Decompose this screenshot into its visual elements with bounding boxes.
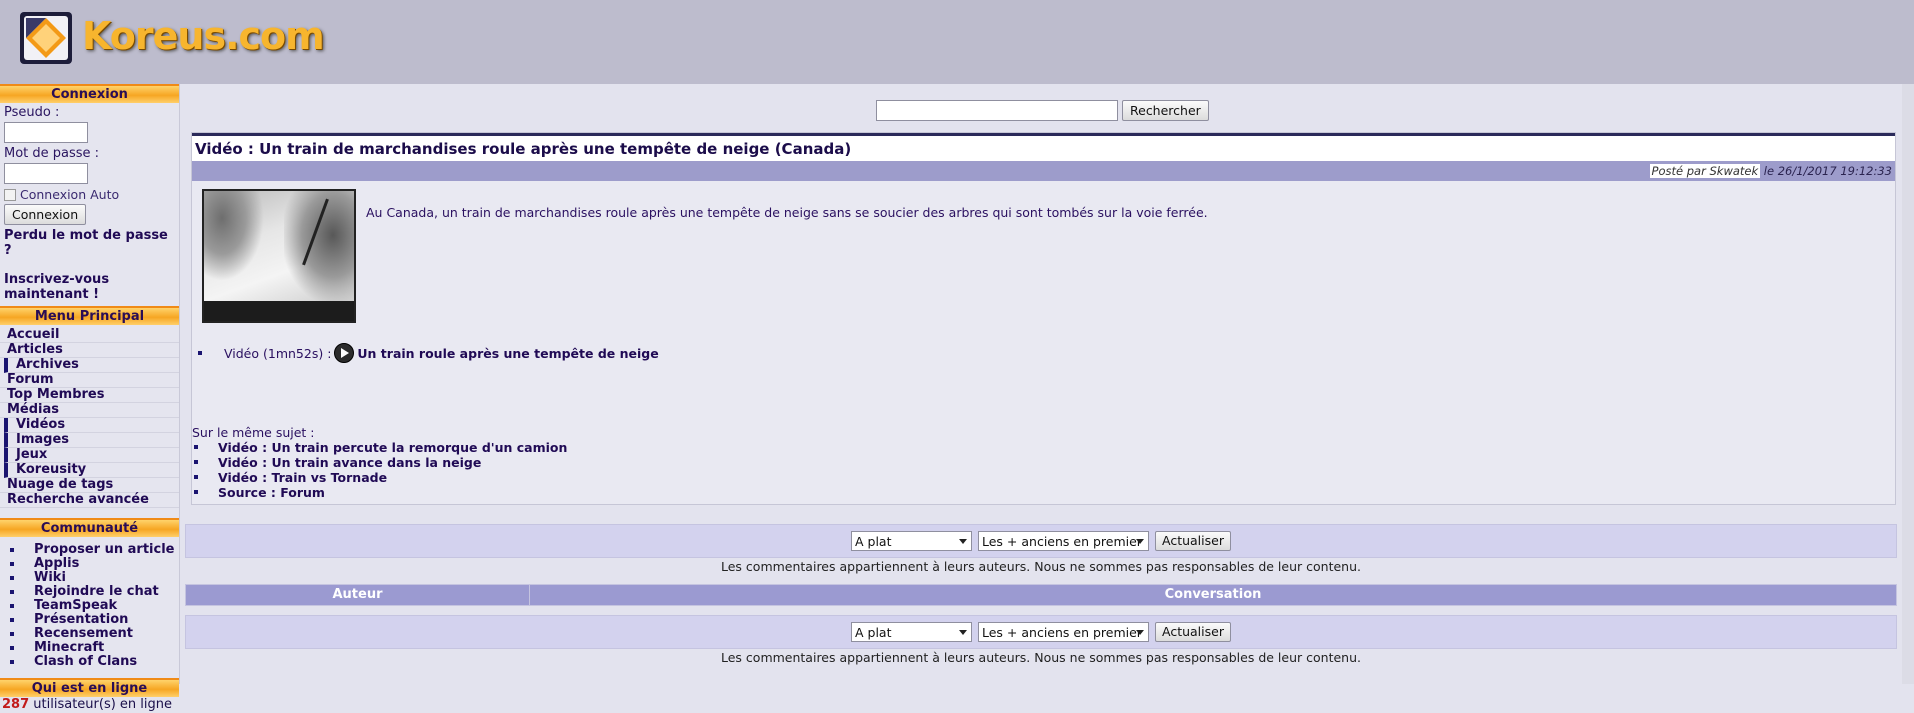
comment-table-header: Auteur Conversation <box>185 584 1897 606</box>
article: Vidéo : Un train de marchandises roule a… <box>191 132 1896 505</box>
chevron-down-icon <box>959 630 967 635</box>
site-logo[interactable]: Koreus.com <box>16 8 325 74</box>
online-count: 287 <box>2 697 30 712</box>
auto-login-label: Connexion Auto <box>20 187 120 202</box>
article-meta: Posté par Skwatek le 26/1/2017 19:12:33 <box>192 161 1895 181</box>
community-item-wiki[interactable]: Wiki <box>0 571 179 585</box>
chevron-down-icon <box>1136 630 1144 635</box>
auto-login-checkbox[interactable] <box>4 188 16 201</box>
menu-item-images[interactable]: Images <box>4 433 179 448</box>
scrollbar[interactable] <box>1902 84 1914 684</box>
article-thumbnail[interactable] <box>202 189 356 323</box>
menu-item-recherche-avancee[interactable]: Recherche avancée <box>0 493 179 508</box>
main-content: Rechercher Vidéo : Un train de marchandi… <box>181 84 1904 684</box>
menu-item-archives[interactable]: Archives <box>4 358 179 373</box>
video-line: Vidéo (1mn52s) : Un train roule après un… <box>196 343 659 363</box>
community-title: Communauté <box>0 518 179 537</box>
pseudo-label: Pseudo : <box>4 105 60 120</box>
menu-item-jeux[interactable]: Jeux <box>4 448 179 463</box>
article-poster[interactable]: Posté par Skwatek <box>1649 164 1761 178</box>
related-link[interactable]: Vidéo : Train vs Tornade <box>218 470 387 485</box>
community-item-minecraft[interactable]: Minecraft <box>0 641 179 655</box>
search-bar: Rechercher <box>876 100 1209 121</box>
article-date: le 26/1/2017 19:12:33 <box>1763 164 1892 178</box>
source-link[interactable]: Source : Forum <box>218 485 325 500</box>
refresh-button[interactable]: Actualiser <box>1155 622 1231 642</box>
community-item-proposer[interactable]: Proposer un article <box>0 543 179 557</box>
chevron-down-icon <box>959 539 967 544</box>
refresh-button[interactable]: Actualiser <box>1155 531 1231 551</box>
related-link[interactable]: Vidéo : Un train percute la remorque d'u… <box>218 440 567 455</box>
related-list: Vidéo : Un train percute la remorque d'u… <box>192 440 567 500</box>
password-label: Mot de passe : <box>4 146 100 161</box>
forgot-password-link[interactable]: Perdu le mot de passe ? <box>4 228 175 258</box>
menu-item-forum[interactable]: Forum <box>0 373 179 388</box>
community-item-presentation[interactable]: Présentation <box>0 613 179 627</box>
comment-controls-top: A plat Les + anciens en premier Actualis… <box>185 524 1897 558</box>
video-link[interactable]: Un train roule après une tempête de neig… <box>357 346 658 361</box>
login-form: Pseudo : Mot de passe : Connexion Auto C… <box>0 103 179 302</box>
article-body: Au Canada, un train de marchandises roul… <box>192 181 1895 501</box>
play-icon[interactable] <box>334 343 355 363</box>
comment-disclaimer: Les commentaires appartiennent à leurs a… <box>721 559 1361 574</box>
article-title: Vidéo : Un train de marchandises roule a… <box>192 133 1895 161</box>
menu-item-accueil[interactable]: Accueil <box>0 328 179 343</box>
menu-item-medias[interactable]: Médias <box>0 403 179 418</box>
community-item-chat[interactable]: Rejoindre le chat <box>0 585 179 599</box>
menu-item-articles[interactable]: Articles <box>0 343 179 358</box>
related-label: Sur le même sujet : <box>192 425 315 440</box>
menu-item-nuage-de-tags[interactable]: Nuage de tags <box>0 478 179 493</box>
related-link[interactable]: Vidéo : Un train avance dans la neige <box>218 455 481 470</box>
community-item-applis[interactable]: Applis <box>0 557 179 571</box>
community-item-recensement[interactable]: Recensement <box>0 627 179 641</box>
comment-disclaimer: Les commentaires appartiennent à leurs a… <box>721 650 1361 665</box>
comment-mode-select[interactable]: A plat <box>851 622 972 642</box>
main-menu-title: Menu Principal <box>0 306 179 325</box>
comment-order-select[interactable]: Les + anciens en premier <box>978 622 1149 642</box>
online-suffix: utilisateur(s) en ligne <box>33 697 173 712</box>
comment-order-select[interactable]: Les + anciens en premier <box>978 531 1149 551</box>
community-item-clash-of-clans[interactable]: Clash of Clans <box>0 655 179 669</box>
online-count-row: 287 utilisateur(s) en ligne <box>0 697 179 713</box>
menu-item-videos[interactable]: Vidéos <box>4 418 179 433</box>
column-author: Auteur <box>186 585 530 605</box>
search-input[interactable] <box>876 100 1118 121</box>
password-input[interactable] <box>4 163 88 184</box>
column-conversation: Conversation <box>530 585 1896 605</box>
login-button[interactable]: Connexion <box>4 204 87 225</box>
community-item-teamspeak[interactable]: TeamSpeak <box>0 599 179 613</box>
comment-mode-select[interactable]: A plat <box>851 531 972 551</box>
logo-text: Koreus.com <box>82 14 325 58</box>
comment-controls-bottom: A plat Les + anciens en premier Actualis… <box>185 615 1897 649</box>
site-header: Koreus.com <box>0 0 1914 84</box>
related-section: Sur le même sujet : Vidéo : Un train per… <box>192 425 567 500</box>
menu-item-koreusity[interactable]: Koreusity <box>4 463 179 478</box>
pseudo-input[interactable] <box>4 122 88 143</box>
logo-icon <box>20 12 72 64</box>
article-description: Au Canada, un train de marchandises roul… <box>366 205 1208 220</box>
community-list: Proposer un article Applis Wiki Rejoindr… <box>0 543 179 669</box>
online-title: Qui est en ligne <box>0 678 179 697</box>
menu-item-top-membres[interactable]: Top Membres <box>0 388 179 403</box>
login-block-title: Connexion <box>0 84 179 103</box>
register-link[interactable]: Inscrivez-vous maintenant ! <box>4 272 124 302</box>
video-duration: Vidéo (1mn52s) : <box>224 345 332 361</box>
search-button[interactable]: Rechercher <box>1122 100 1209 121</box>
main-menu: Accueil Articles Archives Forum Top Memb… <box>0 325 179 508</box>
auto-login-row: Connexion Auto <box>4 187 175 202</box>
sidebar: Connexion Pseudo : Mot de passe : Connex… <box>0 84 180 712</box>
chevron-down-icon <box>1136 539 1144 544</box>
